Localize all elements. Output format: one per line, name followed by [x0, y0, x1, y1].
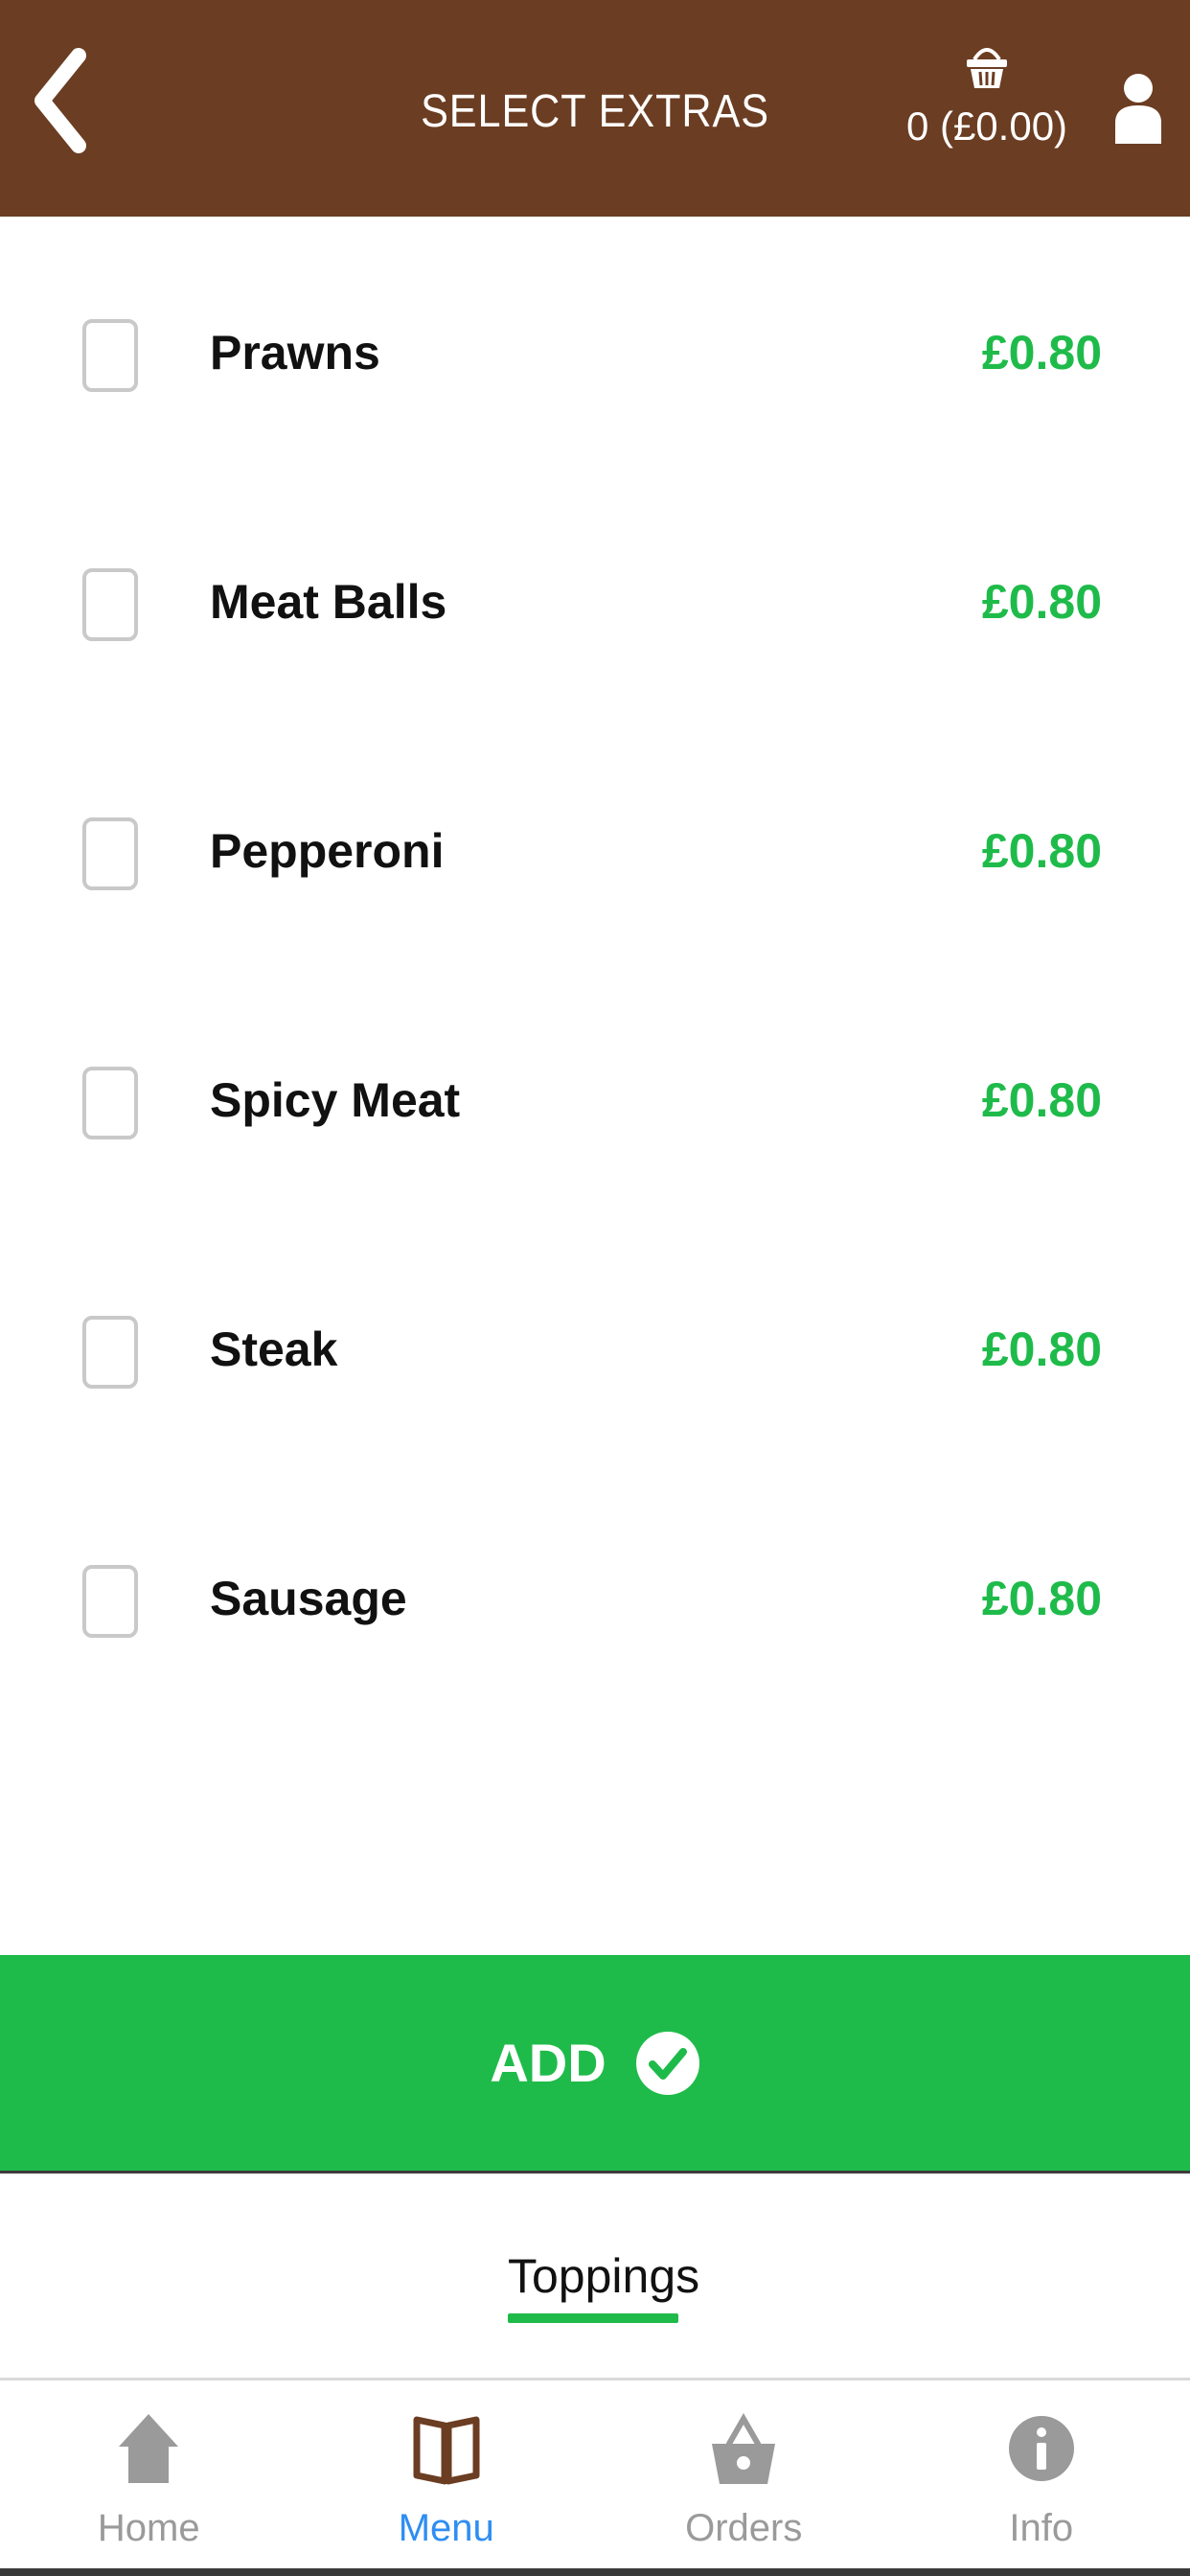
bottom-nav: Home Menu Orders Info — [0, 2380, 1190, 2576]
extra-name: Sausage — [210, 1572, 407, 1625]
book-icon — [413, 2416, 480, 2485]
extra-name: Meat Balls — [210, 575, 447, 629]
check-circle-icon — [635, 2031, 699, 2095]
nav-label: Orders — [685, 2507, 803, 2549]
app-header: SELECT EXTRAS 0 (£0.00) — [0, 0, 1190, 217]
extra-price: £0.80 — [981, 575, 1102, 629]
profile-button[interactable] — [1111, 71, 1165, 148]
basket-icon — [712, 2412, 776, 2484]
extra-price: £0.80 — [981, 1572, 1102, 1625]
home-icon — [119, 2414, 179, 2483]
extra-row-sausage[interactable]: Sausage £0.80 — [0, 1462, 1190, 1712]
extra-name: Spicy Meat — [210, 1073, 461, 1127]
extra-name: Prawns — [210, 326, 380, 380]
extra-price: £0.80 — [981, 1073, 1102, 1127]
extra-row-steak[interactable]: Steak £0.80 — [0, 1213, 1190, 1462]
extra-row-prawns[interactable]: Prawns £0.80 — [0, 217, 1190, 466]
extra-name: Steak — [210, 1322, 338, 1376]
extra-checkbox[interactable] — [82, 1316, 138, 1389]
basket-button[interactable]: 0 (£0.00) — [901, 38, 1073, 172]
extra-checkbox[interactable] — [82, 817, 138, 890]
basket-count: 0 (£0.00) — [905, 104, 1068, 149]
add-button-label: ADD — [490, 2033, 606, 2093]
nav-item-menu[interactable]: Menu — [298, 2380, 596, 2576]
tab-label: Toppings — [508, 2249, 700, 2303]
nav-item-orders[interactable]: Orders — [595, 2380, 893, 2576]
active-tab-indicator — [508, 2313, 678, 2323]
basket-icon — [967, 48, 1007, 88]
nav-item-info[interactable]: Info — [893, 2380, 1190, 2576]
tab-toppings[interactable]: Toppings — [508, 2248, 700, 2323]
nav-label: Menu — [398, 2507, 494, 2549]
extra-checkbox[interactable] — [82, 1565, 138, 1638]
nav-label: Home — [97, 2507, 200, 2549]
extra-row-meat-balls[interactable]: Meat Balls £0.80 — [0, 466, 1190, 715]
extra-price: £0.80 — [981, 1322, 1102, 1376]
nav-item-home[interactable]: Home — [0, 2380, 298, 2576]
info-icon — [1008, 2416, 1074, 2481]
extra-checkbox[interactable] — [82, 1067, 138, 1139]
add-button[interactable]: ADD — [0, 1955, 1190, 2174]
extra-row-spicy-meat[interactable]: Spicy Meat £0.80 — [0, 964, 1190, 1213]
category-tabs: Toppings — [0, 2174, 1190, 2380]
extra-name: Pepperoni — [210, 824, 445, 878]
extra-price: £0.80 — [981, 326, 1102, 380]
extra-price: £0.80 — [981, 824, 1102, 878]
extra-checkbox[interactable] — [82, 568, 138, 641]
user-icon — [1115, 74, 1161, 144]
nav-label: Info — [1009, 2507, 1074, 2549]
home-indicator-bar — [0, 2568, 1190, 2576]
extra-row-pepperoni[interactable]: Pepperoni £0.80 — [0, 715, 1190, 964]
extra-checkbox[interactable] — [82, 319, 138, 392]
